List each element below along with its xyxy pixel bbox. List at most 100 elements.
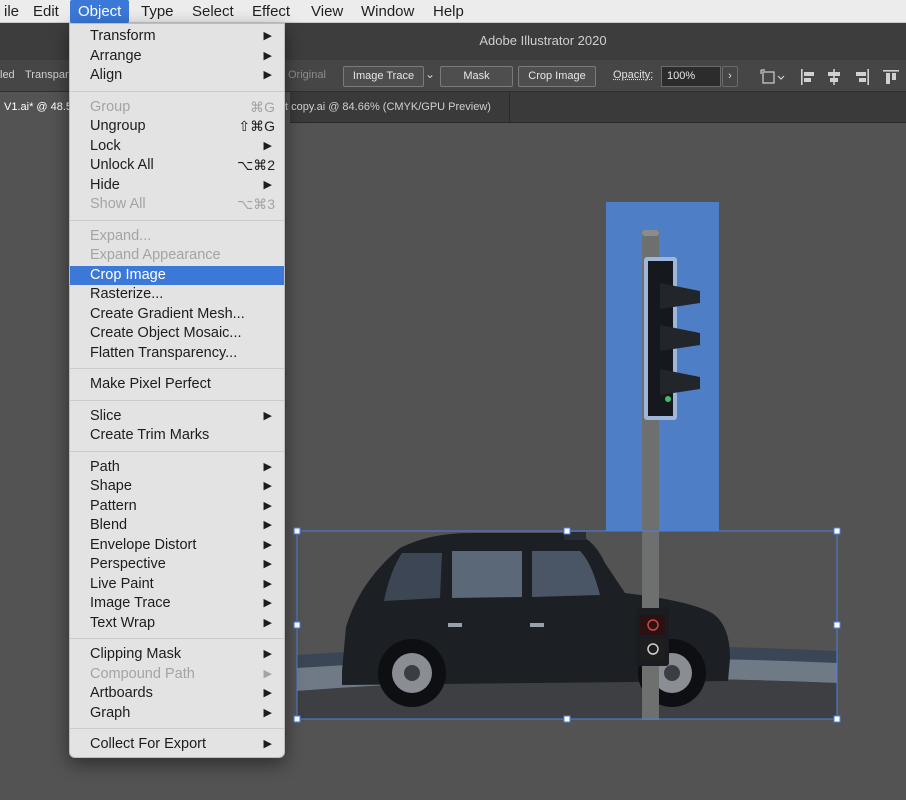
menu-item-label: Compound Path xyxy=(90,665,195,682)
menu-item-label: Shape xyxy=(90,478,132,494)
menu-item-create-object-mosaic[interactable]: Create Object Mosaic... xyxy=(70,324,284,344)
menu-item-graph[interactable]: Graph ▶ xyxy=(70,704,284,724)
align-top-icon[interactable] xyxy=(882,68,900,86)
submenu-arrow-icon: ▶ xyxy=(263,577,272,590)
menu-edit[interactable]: Edit xyxy=(25,0,67,23)
menu-item-shortcut: ⌥⌘3 xyxy=(237,196,275,212)
menu-item-label: Crop Image xyxy=(90,266,166,283)
menu-window[interactable]: Window xyxy=(353,0,422,23)
menu-item-label: Rasterize... xyxy=(90,286,164,302)
menu-help[interactable]: Help xyxy=(425,0,472,23)
menu-file[interactable]: ile xyxy=(0,0,27,23)
menu-item-create-gradient-mesh[interactable]: Create Gradient Mesh... xyxy=(70,305,284,325)
opacity-label[interactable]: Opacity: xyxy=(613,69,653,81)
menu-separator xyxy=(70,728,284,729)
menu-bar: ile Edit Object Type Select Effect View … xyxy=(0,0,906,23)
menu-item-group: Group ⌘G xyxy=(70,98,284,118)
embedded-label: led xyxy=(0,69,15,81)
menu-item-label: Show All xyxy=(90,196,146,212)
opacity-input[interactable]: 100% xyxy=(661,66,721,87)
menu-item-label: Envelope Distort xyxy=(90,536,197,553)
menu-item-ungroup[interactable]: Ungroup ⇧⌘G xyxy=(70,117,284,137)
submenu-arrow-icon: ▶ xyxy=(263,139,272,152)
taxi-photo[interactable] xyxy=(297,531,837,719)
menu-item-label: Ungroup xyxy=(90,118,146,134)
menu-item-text-wrap[interactable]: Text Wrap ▶ xyxy=(70,614,284,634)
menu-item-label: Create Trim Marks xyxy=(90,427,210,443)
menu-item-label: Unlock All xyxy=(90,157,154,173)
menu-item-unlock-all[interactable]: Unlock All ⌥⌘2 xyxy=(70,156,284,176)
menu-item-label: Graph xyxy=(90,704,131,721)
menu-effect[interactable]: Effect xyxy=(244,0,298,23)
submenu-arrow-icon: ▶ xyxy=(263,69,272,81)
menu-item-crop-image[interactable]: Crop Image xyxy=(70,265,284,285)
menu-item-clipping-mask[interactable]: Clipping Mask ▶ xyxy=(70,645,284,665)
submenu-arrow-icon: ▶ xyxy=(263,597,272,609)
menu-item-lock[interactable]: Lock ▶ xyxy=(70,137,284,157)
menu-object[interactable]: Object xyxy=(70,0,130,23)
align-left-icon[interactable] xyxy=(799,68,817,86)
menu-item-shortcut: ⇧⌘G xyxy=(238,118,275,134)
submenu-arrow-icon: ▶ xyxy=(263,616,272,629)
submenu-arrow-icon: ▶ xyxy=(263,460,272,473)
menu-item-label: Expand... xyxy=(90,227,152,244)
menu-item-label: Make Pixel Perfect xyxy=(90,376,211,392)
menu-item-label: Live Paint xyxy=(90,575,154,592)
opacity-chevron-icon[interactable]: › xyxy=(722,66,738,87)
menu-item-label: Flatten Transparency... xyxy=(90,344,238,361)
menu-item-image-trace[interactable]: Image Trace ▶ xyxy=(70,594,284,614)
menu-item-create-trim-marks[interactable]: Create Trim Marks xyxy=(70,426,284,446)
menu-type[interactable]: Type xyxy=(133,0,182,23)
menu-separator xyxy=(70,399,284,401)
submenu-arrow-icon: ▶ xyxy=(263,480,272,492)
tab-document-copy[interactable]: t copy.ai @ 84.66% (CMYK/GPU Preview) xyxy=(285,92,510,123)
menu-item-perspective[interactable]: Perspective ▶ xyxy=(70,555,284,575)
submenu-arrow-icon: ▶ xyxy=(263,49,272,62)
menu-select[interactable]: Select xyxy=(184,0,242,23)
menu-item-label: Create Gradient Mesh... xyxy=(90,305,245,322)
menu-item-expand: Expand... xyxy=(70,227,284,247)
object-menu-dropdown: Transform ▶ Arrange ▶ Align ▶ Group ⌘G Ungroup ⇧⌘… xyxy=(69,23,285,758)
submenu-arrow-icon: ▶ xyxy=(263,687,272,699)
crop-image-button[interactable]: Crop Image xyxy=(518,66,596,87)
menu-item-blend[interactable]: Blend ▶ xyxy=(70,516,284,536)
menu-view[interactable]: View xyxy=(303,0,351,23)
menu-item-label: Artboards xyxy=(90,685,153,701)
menu-item-shape[interactable]: Shape ▶ xyxy=(70,477,284,497)
image-trace-button[interactable]: Image Trace xyxy=(343,66,424,87)
submenu-arrow-icon: ▶ xyxy=(263,30,272,42)
menu-item-label: Expand Appearance xyxy=(90,247,221,263)
align-right-icon[interactable] xyxy=(853,68,871,86)
menu-item-make-pixel-perfect[interactable]: Make Pixel Perfect xyxy=(70,375,284,395)
menu-separator xyxy=(70,90,284,92)
submenu-arrow-icon: ▶ xyxy=(263,667,272,680)
menu-item-pattern[interactable]: Pattern ▶ xyxy=(70,497,284,517)
menu-item-label: Pattern xyxy=(90,497,137,514)
menu-item-transform[interactable]: Transform ▶ xyxy=(70,27,284,47)
menu-item-label: Transform xyxy=(90,28,156,44)
menu-item-live-paint[interactable]: Live Paint ▶ xyxy=(70,575,284,595)
menu-item-label: Image Trace xyxy=(90,595,171,611)
menu-item-hide[interactable]: Hide ▶ xyxy=(70,176,284,196)
submenu-arrow-icon: ▶ xyxy=(263,706,272,719)
menu-item-label: Hide xyxy=(90,176,120,193)
menu-item-label: Perspective xyxy=(90,556,166,572)
menu-item-envelope-distort[interactable]: Envelope Distort ▶ xyxy=(70,536,284,556)
original-button[interactable]: Original xyxy=(288,69,326,81)
menu-separator xyxy=(70,368,284,369)
menu-item-shortcut: ⌥⌘2 xyxy=(237,157,275,173)
menu-item-align[interactable]: Align ▶ xyxy=(70,66,284,86)
align-horizontal-center-icon[interactable] xyxy=(825,68,843,86)
menu-item-collect-for-export[interactable]: Collect For Export ▶ xyxy=(70,735,284,755)
menu-item-rasterize[interactable]: Rasterize... xyxy=(70,285,284,305)
menu-item-label: Clipping Mask xyxy=(90,646,182,662)
menu-item-artboards[interactable]: Artboards ▶ xyxy=(70,684,284,704)
transform-panel-icon[interactable] xyxy=(760,68,786,86)
menu-item-arrange[interactable]: Arrange ▶ xyxy=(70,47,284,67)
menu-item-path[interactable]: Path ▶ xyxy=(70,458,284,478)
menu-item-slice[interactable]: Slice ▶ xyxy=(70,407,284,427)
transparency-label[interactable]: Transpar xyxy=(25,69,69,81)
image-trace-dropdown-icon[interactable]: ⌄ xyxy=(425,67,435,81)
menu-item-flatten-transparency[interactable]: Flatten Transparency... xyxy=(70,344,284,364)
mask-button[interactable]: Mask xyxy=(440,66,513,87)
